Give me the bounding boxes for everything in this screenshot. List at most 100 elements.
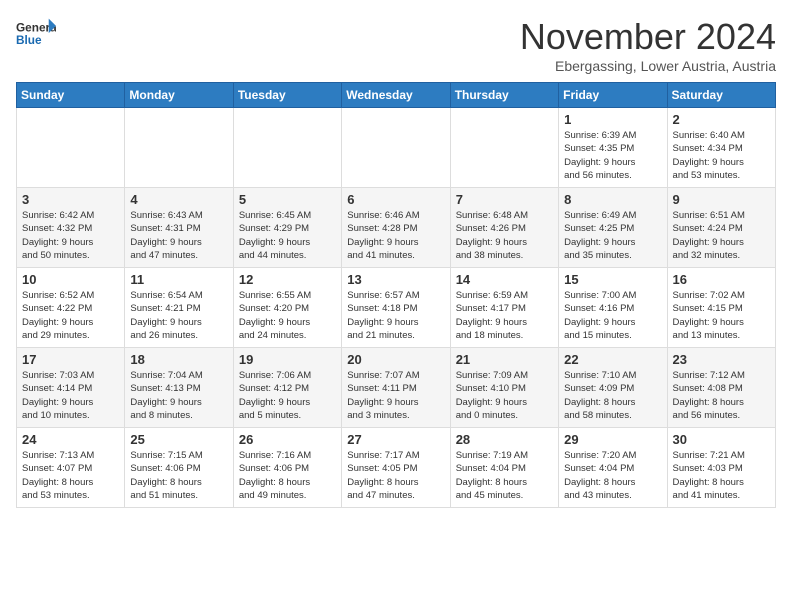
day-info: Sunrise: 6:59 AM Sunset: 4:17 PM Dayligh… bbox=[456, 289, 553, 342]
day-info: Sunrise: 6:49 AM Sunset: 4:25 PM Dayligh… bbox=[564, 209, 661, 262]
day-number: 20 bbox=[347, 352, 444, 367]
calendar-week-row: 1 Sunrise: 6:39 AM Sunset: 4:35 PM Daylig… bbox=[17, 108, 776, 188]
calendar-cell: 21Sunrise: 7:09 AM Sunset: 4:10 PM Dayli… bbox=[450, 348, 558, 428]
day-info: Sunrise: 6:55 AM Sunset: 4:20 PM Dayligh… bbox=[239, 289, 336, 342]
location: Ebergassing, Lower Austria, Austria bbox=[520, 58, 776, 74]
day-number: 16 bbox=[673, 272, 770, 287]
calendar-cell: 5Sunrise: 6:45 AM Sunset: 4:29 PM Daylig… bbox=[233, 188, 341, 268]
calendar-cell bbox=[233, 108, 341, 188]
calendar-cell: 13Sunrise: 6:57 AM Sunset: 4:18 PM Dayli… bbox=[342, 268, 450, 348]
day-info: Sunrise: 6:45 AM Sunset: 4:29 PM Dayligh… bbox=[239, 209, 336, 262]
calendar-week-row: 17 Sunrise: 7:03 AM Sunset: 4:14 PM Dayli… bbox=[17, 348, 776, 428]
day-number: 10 bbox=[22, 272, 119, 287]
weekday-header: Wednesday bbox=[342, 83, 450, 108]
day-info: Sunrise: 7:06 AM Sunset: 4:12 PM Dayligh… bbox=[239, 369, 336, 422]
day-number: 15 bbox=[564, 272, 661, 287]
weekday-header: Saturday bbox=[667, 83, 775, 108]
day-info: Sunrise: 7:07 AM Sunset: 4:11 PM Dayligh… bbox=[347, 369, 444, 422]
day-number: 18 bbox=[130, 352, 227, 367]
day-info: Sunrise: 7:16 AM Sunset: 4:06 PM Dayligh… bbox=[239, 449, 336, 502]
day-number: 2 bbox=[673, 112, 770, 127]
day-info: Sunrise: 7:13 AM Sunset: 4:07 PM Dayligh… bbox=[22, 449, 119, 502]
day-number: 4 bbox=[130, 192, 227, 207]
day-number: 22 bbox=[564, 352, 661, 367]
day-number: 1 bbox=[564, 112, 661, 127]
day-info: Sunrise: 7:00 AM Sunset: 4:16 PM Dayligh… bbox=[564, 289, 661, 342]
day-info: Sunrise: 7:17 AM Sunset: 4:05 PM Dayligh… bbox=[347, 449, 444, 502]
calendar-cell: 12Sunrise: 6:55 AM Sunset: 4:20 PM Dayli… bbox=[233, 268, 341, 348]
title-block: November 2024 Ebergassing, Lower Austria… bbox=[520, 16, 776, 74]
day-number: 26 bbox=[239, 432, 336, 447]
calendar-cell: 14Sunrise: 6:59 AM Sunset: 4:17 PM Dayli… bbox=[450, 268, 558, 348]
day-info: Sunrise: 6:46 AM Sunset: 4:28 PM Dayligh… bbox=[347, 209, 444, 262]
calendar-cell: 28 Sunrise: 7:19 AM Sunset: 4:04 PM Dayli… bbox=[450, 428, 558, 508]
day-info: Sunrise: 7:04 AM Sunset: 4:13 PM Dayligh… bbox=[130, 369, 227, 422]
day-number: 3 bbox=[22, 192, 119, 207]
weekday-header: Thursday bbox=[450, 83, 558, 108]
day-info: Sunrise: 6:57 AM Sunset: 4:18 PM Dayligh… bbox=[347, 289, 444, 342]
day-info: Sunrise: 7:19 AM Sunset: 4:04 PM Dayligh… bbox=[456, 449, 553, 502]
day-info: Sunrise: 6:43 AM Sunset: 4:31 PM Dayligh… bbox=[130, 209, 227, 262]
day-info: Sunrise: 7:03 AM Sunset: 4:14 PM Dayligh… bbox=[22, 369, 119, 422]
calendar-cell: 11 Sunrise: 6:54 AM Sunset: 4:21 PM Dayli… bbox=[125, 268, 233, 348]
calendar-cell: 27 Sunrise: 7:17 AM Sunset: 4:05 PM Dayli… bbox=[342, 428, 450, 508]
calendar-cell: 1 Sunrise: 6:39 AM Sunset: 4:35 PM Daylig… bbox=[559, 108, 667, 188]
day-number: 17 bbox=[22, 352, 119, 367]
calendar-cell: 9Sunrise: 6:51 AM Sunset: 4:24 PM Daylig… bbox=[667, 188, 775, 268]
calendar-cell: 26 Sunrise: 7:16 AM Sunset: 4:06 PM Dayli… bbox=[233, 428, 341, 508]
calendar-cell: 22 Sunrise: 7:10 AM Sunset: 4:09 PM Dayli… bbox=[559, 348, 667, 428]
day-info: Sunrise: 7:15 AM Sunset: 4:06 PM Dayligh… bbox=[130, 449, 227, 502]
calendar-cell: 19 Sunrise: 7:06 AM Sunset: 4:12 PM Dayli… bbox=[233, 348, 341, 428]
weekday-header: Sunday bbox=[17, 83, 125, 108]
day-number: 28 bbox=[456, 432, 553, 447]
calendar-cell bbox=[125, 108, 233, 188]
calendar-cell: 8 Sunrise: 6:49 AM Sunset: 4:25 PM Daylig… bbox=[559, 188, 667, 268]
day-info: Sunrise: 6:40 AM Sunset: 4:34 PM Dayligh… bbox=[673, 129, 770, 182]
calendar-cell: 7 Sunrise: 6:48 AM Sunset: 4:26 PM Daylig… bbox=[450, 188, 558, 268]
day-number: 7 bbox=[456, 192, 553, 207]
calendar-cell: 18 Sunrise: 7:04 AM Sunset: 4:13 PM Dayli… bbox=[125, 348, 233, 428]
calendar-cell: 17 Sunrise: 7:03 AM Sunset: 4:14 PM Dayli… bbox=[17, 348, 125, 428]
calendar-cell: 16 Sunrise: 7:02 AM Sunset: 4:15 PM Dayli… bbox=[667, 268, 775, 348]
day-number: 8 bbox=[564, 192, 661, 207]
day-info: Sunrise: 7:21 AM Sunset: 4:03 PM Dayligh… bbox=[673, 449, 770, 502]
calendar-week-row: 3Sunrise: 6:42 AM Sunset: 4:32 PM Daylig… bbox=[17, 188, 776, 268]
day-number: 21 bbox=[456, 352, 553, 367]
weekday-header: Friday bbox=[559, 83, 667, 108]
calendar-cell: 23 Sunrise: 7:12 AM Sunset: 4:08 PM Dayli… bbox=[667, 348, 775, 428]
calendar-cell: 24Sunrise: 7:13 AM Sunset: 4:07 PM Dayli… bbox=[17, 428, 125, 508]
day-info: Sunrise: 7:12 AM Sunset: 4:08 PM Dayligh… bbox=[673, 369, 770, 422]
day-info: Sunrise: 6:48 AM Sunset: 4:26 PM Dayligh… bbox=[456, 209, 553, 262]
day-number: 6 bbox=[347, 192, 444, 207]
calendar-header-row: SundayMondayTuesdayWednesdayThursdayFrid… bbox=[17, 83, 776, 108]
day-info: Sunrise: 7:02 AM Sunset: 4:15 PM Dayligh… bbox=[673, 289, 770, 342]
day-number: 25 bbox=[130, 432, 227, 447]
day-number: 11 bbox=[130, 272, 227, 287]
day-number: 9 bbox=[673, 192, 770, 207]
calendar-cell: 20 Sunrise: 7:07 AM Sunset: 4:11 PM Dayli… bbox=[342, 348, 450, 428]
calendar-cell: 30 Sunrise: 7:21 AM Sunset: 4:03 PM Dayli… bbox=[667, 428, 775, 508]
logo: General Blue bbox=[16, 16, 56, 54]
calendar-table: SundayMondayTuesdayWednesdayThursdayFrid… bbox=[16, 82, 776, 508]
page-header: General Blue November 2024 Ebergassing, … bbox=[16, 16, 776, 74]
day-number: 27 bbox=[347, 432, 444, 447]
calendar-cell: 6 Sunrise: 6:46 AM Sunset: 4:28 PM Daylig… bbox=[342, 188, 450, 268]
calendar-week-row: 10Sunrise: 6:52 AM Sunset: 4:22 PM Dayli… bbox=[17, 268, 776, 348]
calendar-cell: 2 Sunrise: 6:40 AM Sunset: 4:34 PM Daylig… bbox=[667, 108, 775, 188]
day-number: 29 bbox=[564, 432, 661, 447]
day-number: 19 bbox=[239, 352, 336, 367]
month-title: November 2024 bbox=[520, 16, 776, 58]
day-info: Sunrise: 6:54 AM Sunset: 4:21 PM Dayligh… bbox=[130, 289, 227, 342]
day-info: Sunrise: 7:10 AM Sunset: 4:09 PM Dayligh… bbox=[564, 369, 661, 422]
calendar-cell: 15 Sunrise: 7:00 AM Sunset: 4:16 PM Dayli… bbox=[559, 268, 667, 348]
svg-text:Blue: Blue bbox=[16, 33, 42, 47]
calendar-cell bbox=[342, 108, 450, 188]
day-number: 30 bbox=[673, 432, 770, 447]
calendar-week-row: 24Sunrise: 7:13 AM Sunset: 4:07 PM Dayli… bbox=[17, 428, 776, 508]
day-info: Sunrise: 7:20 AM Sunset: 4:04 PM Dayligh… bbox=[564, 449, 661, 502]
logo-icon: General Blue bbox=[16, 16, 56, 54]
day-number: 23 bbox=[673, 352, 770, 367]
calendar-cell bbox=[17, 108, 125, 188]
calendar-cell: 29 Sunrise: 7:20 AM Sunset: 4:04 PM Dayli… bbox=[559, 428, 667, 508]
day-info: Sunrise: 6:39 AM Sunset: 4:35 PM Dayligh… bbox=[564, 129, 661, 182]
